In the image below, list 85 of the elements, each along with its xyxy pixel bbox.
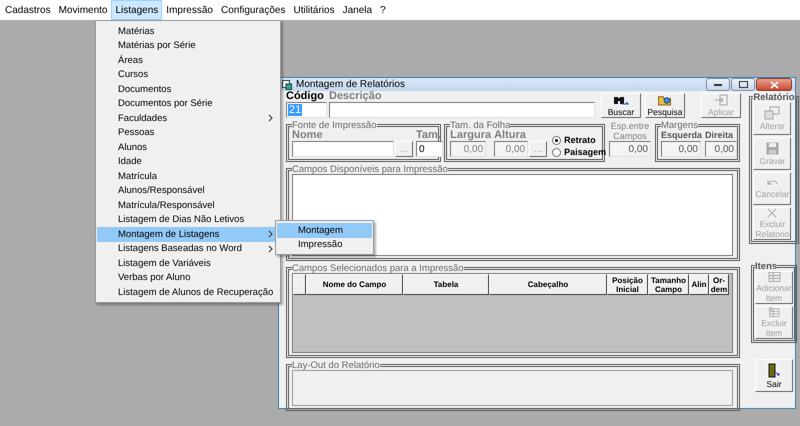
input-field[interactable]: 0,00 <box>608 141 651 157</box>
group-title: Campos Disponíveis para Impressão <box>292 165 448 174</box>
close-icon <box>770 80 778 88</box>
field-label: Nome <box>292 130 324 141</box>
floppy-icon <box>766 142 779 154</box>
maximize-icon <box>738 81 748 88</box>
field-label: Esp.entre Campos <box>610 121 650 141</box>
radio-button[interactable] <box>552 136 562 144</box>
grid-icon <box>768 272 780 282</box>
menu-item[interactable]: Listagens Baseadas no Word <box>97 242 279 256</box>
menu-item[interactable]: Documentos por Série <box>97 96 279 111</box>
menu-item[interactable]: ? <box>376 0 390 20</box>
input-field[interactable]: 0,00 <box>660 141 701 157</box>
radio-button[interactable] <box>552 148 562 156</box>
group-title: Tam. da Folha <box>450 121 510 130</box>
group-title: Fonte de Impressão <box>292 121 376 130</box>
menu-item[interactable]: Cursos <box>97 68 279 82</box>
column-header: Alin <box>689 274 709 295</box>
close-button[interactable] <box>756 78 792 91</box>
radio-label: Retrato <box>564 135 596 145</box>
menu-item[interactable]: Matrícula/Responsável <box>97 198 279 212</box>
browse-button[interactable]: Pesquisa <box>645 93 685 118</box>
field-label: Direita <box>704 130 734 141</box>
search-button[interactable]: Buscar <box>601 93 641 118</box>
menu-item[interactable]: Movimento <box>54 0 112 20</box>
menu-item[interactable]: Áreas <box>97 53 279 68</box>
window-icon <box>282 80 292 90</box>
windows-icon <box>764 106 780 120</box>
menu-item[interactable]: Listagem de Alunos de Recuperação <box>97 285 279 300</box>
cross-icon <box>766 208 778 218</box>
column-header <box>293 274 306 295</box>
menu-item[interactable]: Idade <box>97 154 279 169</box>
menu-item[interactable]: Alunos <box>97 140 279 154</box>
field-label: Código <box>286 91 325 102</box>
submenu-item[interactable]: Impressão <box>277 238 372 252</box>
input-field[interactable]: 0,00 <box>704 141 737 157</box>
group-title: Margens <box>660 121 698 130</box>
column-header: Tamanho Campo <box>648 274 689 295</box>
menu-item[interactable]: Janela <box>338 0 376 20</box>
door-icon <box>768 362 780 378</box>
column-header: Or-dem <box>709 274 729 295</box>
maximize-button[interactable] <box>731 78 755 91</box>
menu-item[interactable]: Utilitários <box>289 0 339 20</box>
menu-item[interactable]: Listagens <box>111 0 162 20</box>
group-title: Lay-Out do Relatório <box>292 361 380 370</box>
column-header: Posição Inicial <box>607 274 648 295</box>
input-field[interactable] <box>329 102 595 118</box>
group-title: Itens <box>755 262 778 271</box>
field-label: Largura <box>450 130 492 141</box>
input-field[interactable] <box>292 141 394 157</box>
menu-item[interactable]: Cadastros <box>1 0 55 20</box>
menu-item[interactable]: Documentos <box>97 82 279 96</box>
menu-item[interactable]: Listagem de Dias Não Letivos <box>97 212 279 227</box>
folder-icon <box>657 94 673 106</box>
minimize-button[interactable] <box>706 78 730 91</box>
group-title: Relatório <box>753 93 795 102</box>
arrow-icon <box>714 94 728 106</box>
menu-item[interactable]: Matrícula <box>97 169 279 184</box>
column-header: Nome do Campo <box>306 274 403 295</box>
menu-item[interactable]: Alunos/Responsável <box>97 184 279 198</box>
column-header: Tabela <box>403 274 489 295</box>
menu-item[interactable]: Faculdades <box>97 111 279 126</box>
menu-item[interactable]: Impressão <box>162 0 217 20</box>
menu-item[interactable]: Pessoas <box>97 126 279 140</box>
menu-item[interactable]: Configurações <box>216 0 290 20</box>
fields-list[interactable] <box>292 174 733 256</box>
submenu-item[interactable]: Montagem <box>277 223 372 238</box>
menu-item[interactable]: Listagem de Variáveis <box>97 256 279 270</box>
binoculars-icon <box>613 94 629 106</box>
menu-item[interactable]: Matérias por Série <box>97 38 279 53</box>
menu-item[interactable]: Verbas por Aluno <box>97 270 279 285</box>
field-label: Esquerda <box>660 130 702 141</box>
input-field[interactable]: 0,00 <box>450 141 486 157</box>
exit-button[interactable]: Sair <box>755 359 793 392</box>
input-field[interactable]: 0 <box>416 141 443 157</box>
menu-item[interactable]: Matérias <box>97 24 279 38</box>
grid-delete-icon <box>767 307 781 317</box>
group-title: Campos Selecionados para a Impressão <box>292 264 464 273</box>
field-label: Altura <box>494 130 527 141</box>
minimize-icon <box>714 84 722 86</box>
input-field[interactable]: 0,00 <box>494 141 528 157</box>
column-header: Cabeçalho <box>489 274 607 295</box>
field-label: Descrição <box>329 91 383 102</box>
chevron-icon <box>268 114 273 122</box>
window-title: Montagem de Relatórios <box>296 79 406 90</box>
